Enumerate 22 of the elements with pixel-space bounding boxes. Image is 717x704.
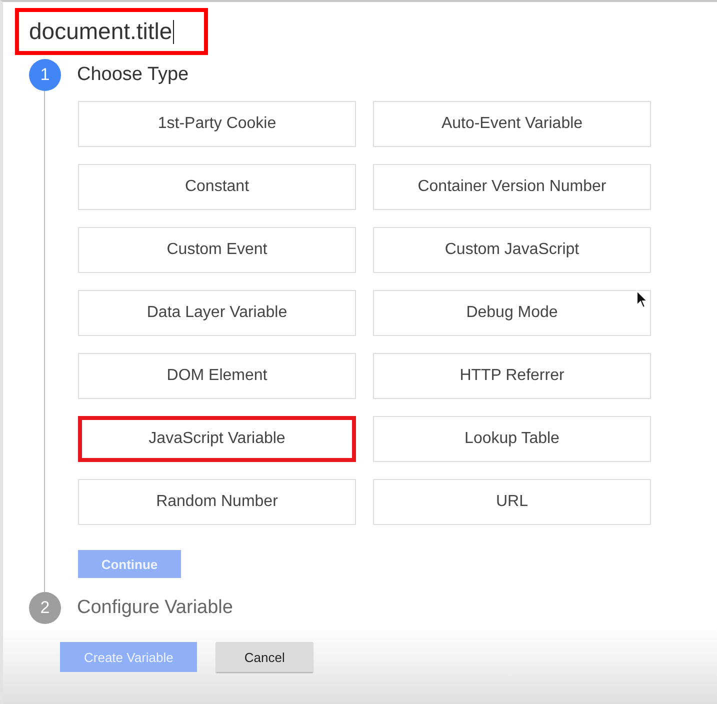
cursor-icon (636, 290, 648, 309)
step-number: 1 (29, 59, 61, 91)
variable-type-option[interactable]: Custom JavaScript (373, 227, 651, 273)
variable-type-option[interactable]: URL (373, 479, 651, 525)
variable-type-option[interactable]: Container Version Number (373, 164, 651, 210)
field-value: document.title (29, 18, 172, 45)
step-number: 2 (29, 592, 61, 624)
variable-type-option[interactable]: Debug Mode (373, 290, 651, 336)
step-title: Configure Variable (77, 597, 233, 619)
variable-type-option[interactable]: Constant (78, 164, 356, 210)
variable-type-option[interactable]: DOM Element (78, 353, 356, 399)
cancel-button[interactable]: Cancel (216, 642, 313, 672)
step-title: Choose Type (77, 64, 189, 86)
variable-type-option[interactable]: Auto-Event Variable (373, 101, 651, 147)
variable-type-option[interactable]: Custom Event (78, 227, 356, 273)
variable-type-option[interactable]: Random Number (78, 479, 356, 525)
variable-type-option[interactable]: 1st-Party Cookie (78, 101, 356, 147)
variable-type-option[interactable]: JavaScript Variable (78, 416, 356, 462)
variable-type-option[interactable]: Data Layer Variable (78, 290, 356, 336)
variable-type-option[interactable]: HTTP Referrer (373, 353, 651, 399)
variable-name-field[interactable]: document.title (15, 8, 208, 55)
variable-type-option[interactable]: Lookup Table (373, 416, 651, 462)
